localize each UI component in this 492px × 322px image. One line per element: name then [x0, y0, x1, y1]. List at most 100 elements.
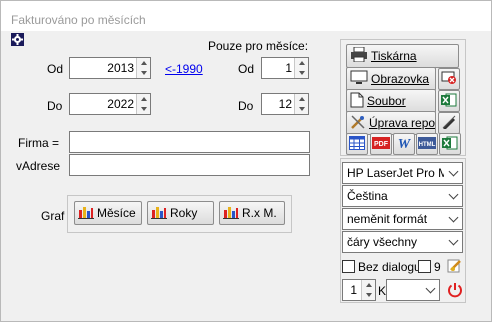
excel-export-button[interactable] [438, 90, 460, 112]
to-month-value: 12 [278, 97, 292, 111]
screen-label: Obrazovka [371, 72, 430, 86]
spin-up-icon[interactable] [295, 58, 308, 68]
spin-down-icon[interactable] [362, 290, 375, 300]
to-year-spinner[interactable]: 2022 [69, 93, 151, 115]
graph-months-label: Měsíce [97, 206, 136, 220]
spin-up-icon[interactable] [137, 94, 150, 104]
file-button[interactable]: Soubor [346, 89, 436, 113]
word-export-button[interactable]: W [393, 133, 415, 155]
power-icon[interactable] [446, 281, 464, 302]
pdf-icon: PDF [372, 136, 390, 153]
spin-up-icon[interactable] [362, 280, 375, 290]
from-year-arrows[interactable] [136, 58, 150, 78]
svg-text:PDF: PDF [374, 141, 389, 148]
printer-label: Tiskárna [371, 49, 417, 63]
language-select[interactable]: Čeština [342, 185, 463, 207]
format-select-value: neměnit formát [347, 212, 428, 226]
html-export-button[interactable]: HTML [416, 133, 438, 155]
copies-select[interactable] [386, 279, 440, 301]
chevron-down-icon[interactable] [444, 209, 462, 229]
printer-icon [350, 46, 368, 65]
bar-chart-icon [78, 205, 94, 222]
address-label: vAdrese [16, 159, 61, 173]
word-icon: W [396, 136, 412, 153]
settings-pen-icon[interactable] [447, 258, 463, 277]
to-month-spinner[interactable]: 12 [261, 93, 309, 115]
graph-years-button[interactable]: Roky [147, 201, 214, 225]
to-month-arrows[interactable] [294, 94, 308, 114]
screen-close-icon [441, 71, 457, 88]
nine-label: 9 [434, 260, 441, 274]
html-icon: HTML [418, 136, 436, 153]
no-dialog-label: Bez dialogu [358, 260, 421, 274]
pdf-export-button[interactable]: PDF [370, 133, 392, 155]
copies-value: 1 [350, 283, 357, 297]
graph-years-months-label: R.x M. [242, 206, 277, 220]
chevron-down-icon[interactable] [444, 232, 462, 252]
chevron-down-icon[interactable] [444, 186, 462, 206]
svg-text:HTML: HTML [419, 142, 436, 148]
graph-years-label: Roky [170, 206, 198, 220]
spin-down-icon[interactable] [295, 68, 308, 78]
table-view-button[interactable] [346, 133, 368, 155]
spin-down-icon[interactable] [295, 104, 308, 114]
chevron-down-icon[interactable] [444, 163, 462, 183]
from-month-value: 1 [285, 61, 292, 75]
excel-export-button-2[interactable] [439, 133, 461, 155]
screen-button[interactable]: Obrazovka [346, 67, 436, 91]
to-year-arrows[interactable] [136, 94, 150, 114]
from-year-spinner[interactable]: 2013 [69, 57, 151, 79]
svg-text:W: W [398, 137, 412, 150]
window-title: Fakturováno po měsících [11, 13, 146, 27]
from-month-label: Od [238, 62, 255, 76]
company-label: Firma = [18, 136, 60, 150]
lines-select-value: čáry všechny [347, 235, 418, 249]
graph-years-months-button[interactable]: R.x M. [219, 201, 285, 225]
address-field[interactable] [69, 154, 310, 176]
document-icon [350, 92, 364, 111]
before-1990-link[interactable]: <-1990 [165, 62, 203, 76]
copies-arrows[interactable] [361, 280, 375, 300]
pen-icon [441, 115, 457, 132]
report-window: Fakturováno po měsících Od 2013 <-1990 D… [0, 0, 492, 322]
spin-down-icon[interactable] [137, 104, 150, 114]
monitor-icon [350, 70, 368, 88]
to-year-label: Do [47, 99, 63, 113]
copies-spinner[interactable]: 1 [342, 279, 376, 301]
format-select[interactable]: neměnit formát [342, 208, 463, 230]
edit-report-label: Úprava repor [369, 116, 436, 130]
gear-icon[interactable] [11, 33, 24, 46]
lines-select[interactable]: čáry všechny [342, 231, 463, 253]
from-month-spinner[interactable]: 1 [261, 57, 309, 79]
printer-button[interactable]: Tiskárna [346, 44, 459, 68]
chevron-down-icon[interactable] [421, 280, 439, 300]
edit-tools-icon [350, 114, 366, 133]
language-select-value: Čeština [347, 189, 388, 203]
bar-chart-icon [223, 205, 239, 222]
table-icon [349, 135, 365, 153]
months-heading: Pouze pro měsíce: [208, 39, 309, 53]
graph-label: Graf [41, 209, 65, 223]
from-year-label: Od [47, 62, 64, 76]
to-month-label: Do [238, 99, 254, 113]
bar-chart-icon [151, 205, 167, 222]
spin-down-icon[interactable] [137, 68, 150, 78]
to-year-value: 2022 [107, 97, 134, 111]
preview-close-button[interactable] [438, 68, 460, 90]
title-bar: Fakturováno po měsících [1, 1, 491, 31]
company-field[interactable] [69, 131, 310, 153]
excel-icon [442, 136, 458, 153]
pen-tool-button[interactable] [438, 112, 460, 134]
edit-report-button[interactable]: Úprava repor [346, 111, 436, 135]
spin-up-icon[interactable] [137, 58, 150, 68]
excel-icon [441, 93, 457, 110]
printer-select[interactable]: HP LaserJet Pro MFP [342, 162, 463, 184]
no-dialog-checkbox[interactable] [342, 260, 355, 273]
from-year-value: 2013 [107, 61, 134, 75]
graph-months-button[interactable]: Měsíce [74, 201, 142, 225]
nine-checkbox[interactable] [418, 260, 431, 273]
spin-up-icon[interactable] [295, 94, 308, 104]
copies-suffix: K [378, 284, 387, 298]
file-label: Soubor [367, 94, 406, 108]
from-month-arrows[interactable] [294, 58, 308, 78]
